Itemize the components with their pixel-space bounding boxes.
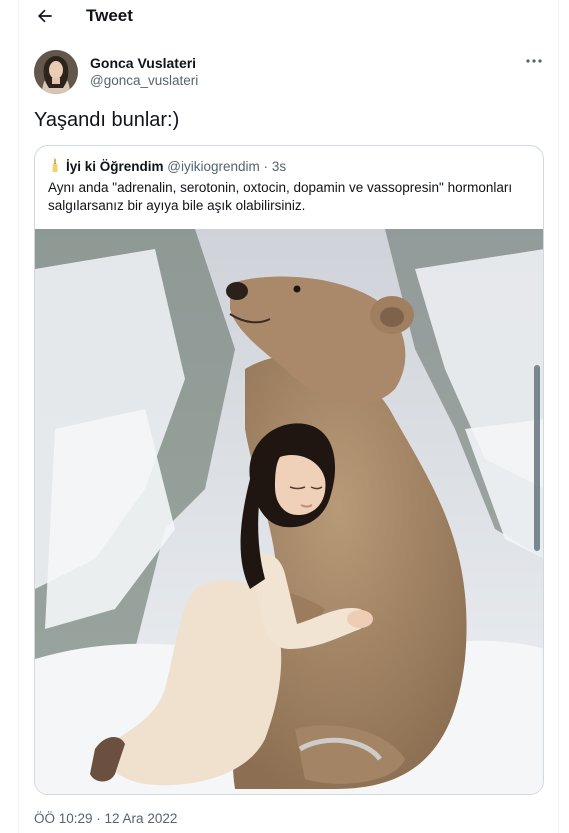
quoted-tweet-text: Aynı anda "adrenalin, serotonin, oxtocin… (48, 180, 513, 213)
avatar-image (34, 50, 78, 94)
quoted-author-name[interactable]: İyi ki Öğrendim (66, 159, 164, 174)
quoted-author-handle[interactable]: @iyikiogrendim (167, 159, 259, 174)
avatar[interactable] (34, 50, 78, 94)
quoted-tweet[interactable]: İyi ki Öğrendim @iyikiogrendim · 3s Aynı… (34, 145, 544, 795)
arrow-left-icon (37, 9, 52, 23)
author-handle[interactable]: @gonca_vuslateri (90, 73, 198, 88)
quoted-separator: · (263, 159, 269, 174)
tweet-column: Tweet Gonca Vuslateri @gonca_vuslateri Y… (18, 0, 559, 833)
bear-hug-photo (35, 229, 543, 794)
tweet-header: Tweet (19, 0, 558, 32)
quoted-tweet-header: İyi ki Öğrendim @iyikiogrendim · 3s (48, 157, 286, 175)
tweet-text: Yaşandı bunlar:) (34, 109, 180, 131)
scrollbar-thumb[interactable] (534, 365, 540, 551)
page-title: Tweet (86, 6, 133, 25)
tweet-timestamp[interactable]: ÖÖ 10:29 · 12 Ara 2022 (34, 811, 177, 826)
more-options-button[interactable] (524, 53, 544, 69)
back-button[interactable] (35, 6, 55, 26)
more-dots-icon (526, 59, 542, 63)
quoted-time[interactable]: 3s (272, 159, 286, 174)
author-name[interactable]: Gonca Vuslateri (90, 55, 196, 71)
candle-icon (48, 157, 62, 173)
quoted-tweet-photo[interactable] (35, 229, 543, 794)
